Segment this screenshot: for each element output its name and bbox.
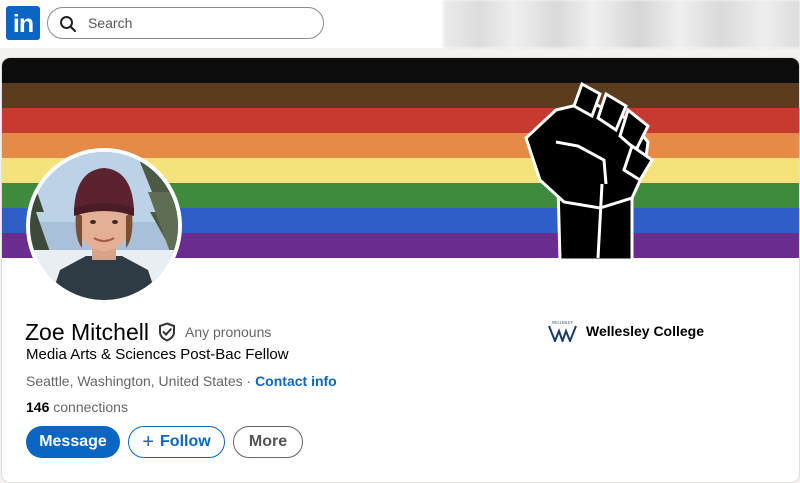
search-bar[interactable]: Search (47, 7, 324, 39)
name-row: Zoe Mitchell Any pronouns (25, 317, 271, 347)
education-entry[interactable]: WELLESLEY Wellesley College (546, 320, 704, 342)
linkedin-logo[interactable]: in (6, 6, 40, 40)
follow-label: Follow (160, 433, 211, 450)
search-placeholder: Search (88, 15, 133, 31)
blurred-nav-items (443, 0, 800, 48)
verified-shield-icon[interactable] (157, 322, 177, 342)
separator-dot: · (242, 373, 256, 389)
svg-text:WELLESLEY: WELLESLEY (552, 321, 574, 325)
profile-card: Zoe Mitchell Any pronouns Media Arts & S… (2, 58, 799, 482)
search-icon (60, 16, 77, 33)
message-button[interactable]: Message (26, 426, 120, 458)
wellesley-logo: WELLESLEY (548, 321, 577, 342)
banner-stripe (2, 108, 799, 133)
plus-icon: + (142, 431, 155, 453)
banner-stripe (2, 58, 799, 83)
top-nav: in Search (0, 0, 800, 48)
raised-fist-icon (524, 81, 655, 260)
school-name: Wellesley College (586, 323, 705, 339)
location-row: Seattle, Washington, United States · Con… (26, 373, 337, 389)
profile-headline: Media Arts & Sciences Post-Bac Fellow (26, 346, 289, 363)
connections-label: connections (49, 399, 128, 415)
follow-button[interactable]: + Follow (128, 426, 225, 458)
pronouns-label: Any pronouns (184, 324, 272, 340)
banner-stripe (2, 83, 799, 108)
profile-name: Zoe Mitchell (25, 318, 149, 345)
connections-count[interactable]: 146 connections (26, 399, 128, 415)
avatar-photo (30, 152, 178, 300)
profile-avatar[interactable] (26, 148, 182, 304)
contact-info-link[interactable]: Contact info (255, 373, 337, 389)
connections-number: 146 (26, 399, 50, 415)
location-text: Seattle, Washington, United States (26, 373, 243, 389)
more-button[interactable]: More (233, 426, 303, 458)
